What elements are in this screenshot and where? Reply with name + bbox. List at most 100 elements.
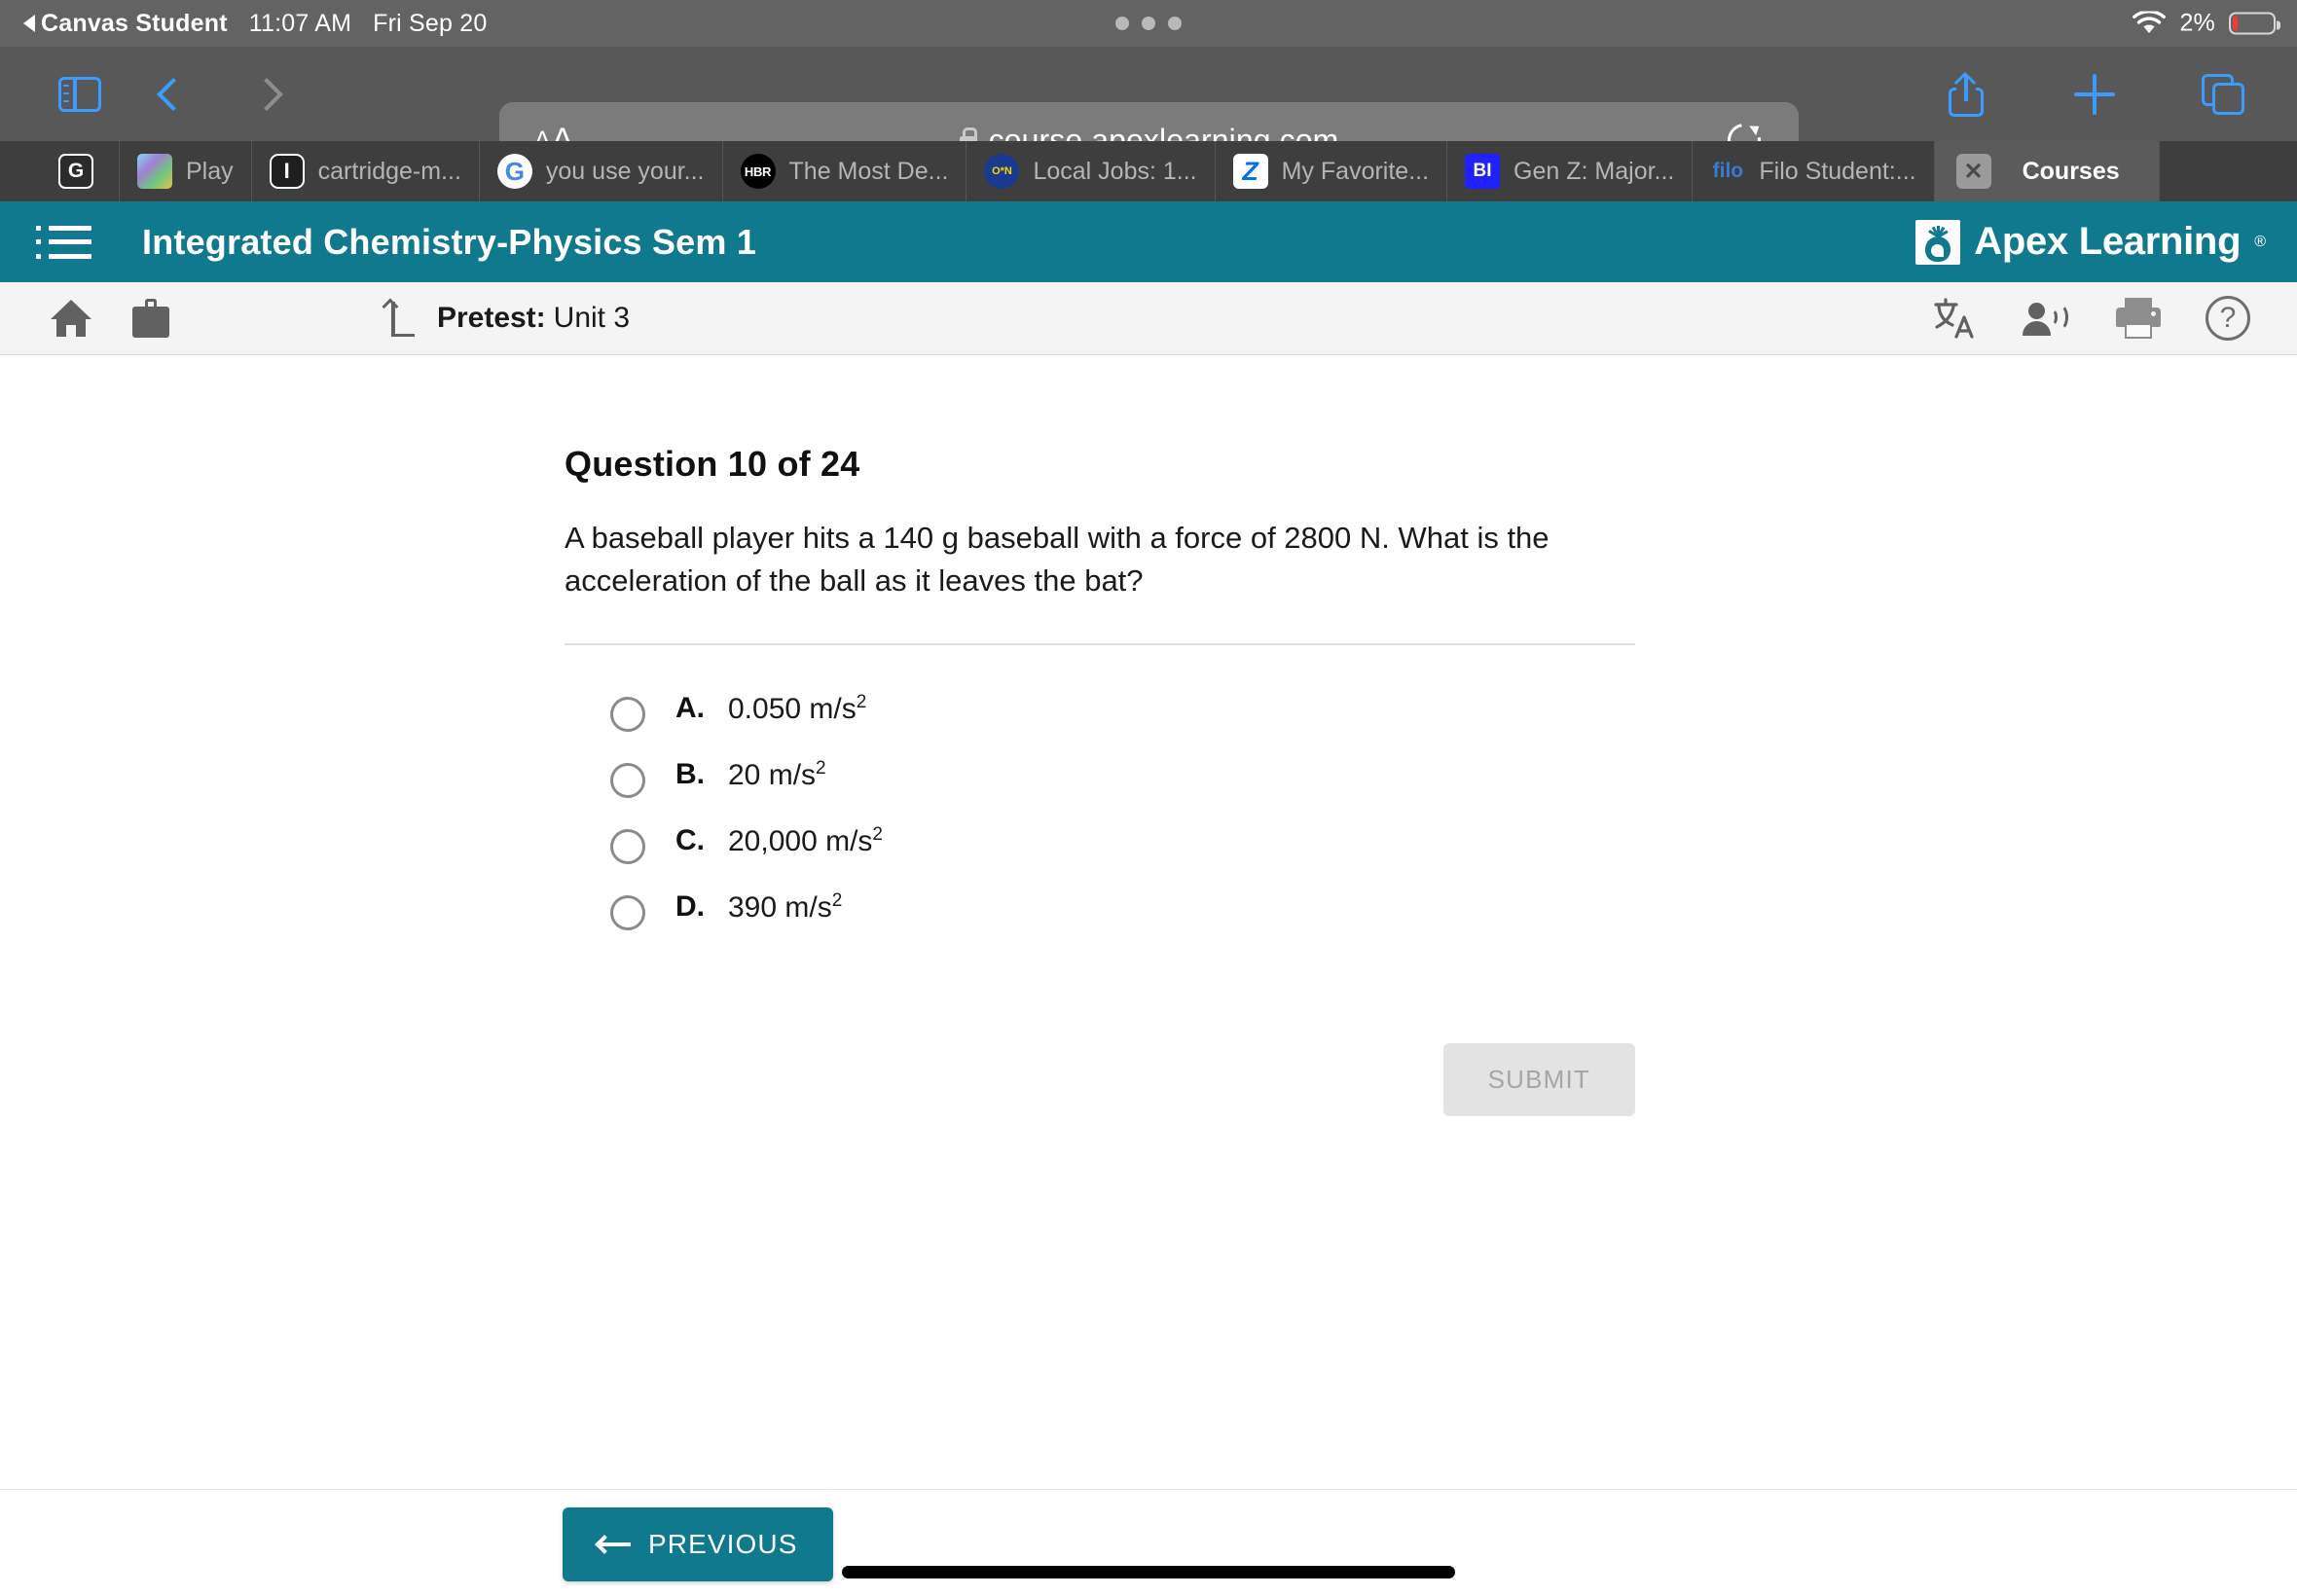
back-to-app-icon[interactable] — [23, 15, 35, 32]
option-exponent: 2 — [872, 824, 883, 846]
multitasking-indicator[interactable] — [1115, 17, 1182, 30]
activity-type: Pretest: — [436, 302, 546, 334]
browser-tab[interactable]: filo Filo Student:... — [1693, 141, 1935, 201]
sub-nav-left-icons — [51, 299, 169, 338]
question-text: A baseball player hits a 140 g baseball … — [565, 521, 1550, 598]
activity-sub-nav: Pretest: Unit 3 ? — [0, 282, 2297, 355]
answer-option-b[interactable]: B. 20 m/s2 — [565, 758, 1635, 799]
tabs-overview-icon — [2202, 73, 2244, 115]
new-tab-button[interactable] — [2048, 60, 2141, 128]
radio-button[interactable] — [610, 697, 645, 733]
option-exponent: 2 — [831, 890, 843, 912]
ipad-safari-screen: Canvas Student 11:07 AM Fri Sep 20 2% A … — [0, 0, 2297, 1596]
tab-title: Gen Z: Major... — [1513, 157, 1675, 185]
home-icon[interactable] — [51, 300, 91, 337]
question-divider — [565, 643, 1635, 646]
translate-icon[interactable] — [1933, 297, 1978, 340]
arrow-left-icon — [595, 1534, 631, 1555]
chevron-left-icon — [157, 77, 190, 111]
hbr-favicon: HBR — [740, 154, 776, 189]
briefcase-icon[interactable] — [132, 299, 169, 338]
option-text: 0.050 m/s2 — [728, 692, 867, 726]
ios-status-bar: Canvas Student 11:07 AM Fri Sep 20 2% — [0, 0, 2297, 47]
activity-name: Unit 3 — [553, 302, 631, 334]
course-header: Integrated Chemistry-Physics Sem 1 Apex … — [0, 201, 2297, 282]
multitasking-dot — [1168, 17, 1182, 30]
forward-button[interactable] — [220, 60, 313, 128]
share-icon — [1949, 71, 1984, 117]
battery-icon — [2229, 12, 2280, 35]
answer-option-c[interactable]: C. 20,000 m/s2 — [565, 824, 1635, 865]
page-title: Integrated Chemistry-Physics Sem 1 — [142, 221, 757, 262]
question-content: Question 10 of 24 A baseball player hits… — [0, 356, 2297, 1489]
status-bar-date: Fri Sep 20 — [373, 9, 488, 37]
apex-logo-mark — [1915, 219, 1961, 265]
option-letter: B. — [675, 758, 705, 791]
sidebar-icon — [58, 76, 101, 112]
option-text: 390 m/s2 — [728, 890, 843, 925]
previous-button[interactable]: PREVIOUS — [563, 1507, 833, 1581]
tab-title: Play — [186, 157, 234, 185]
pretest-arrow-icon — [382, 298, 416, 337]
battery-percent-label: 2% — [2179, 9, 2215, 37]
activity-footer: PREVIOUS — [0, 1489, 2297, 1596]
tab-title: Local Jobs: 1... — [1033, 157, 1197, 185]
google-g-favicon: G — [58, 154, 93, 189]
apex-logo-trademark: ® — [2254, 233, 2266, 250]
radio-button[interactable] — [610, 763, 645, 799]
sidebar-toggle-button[interactable] — [33, 60, 127, 128]
option-exponent: 2 — [816, 758, 826, 780]
answer-option-d[interactable]: D. 390 m/s2 — [565, 890, 1635, 931]
browser-tab[interactable]: I cartridge-m... — [252, 141, 480, 201]
business-insider-favicon: BI — [1465, 154, 1501, 189]
google-favicon: G — [496, 154, 532, 189]
option-letter: A. — [675, 692, 705, 725]
answer-option-a[interactable]: A. 0.050 m/s2 — [565, 692, 1635, 733]
tab-title: The Most De... — [788, 157, 949, 185]
chevron-right-icon — [250, 77, 283, 111]
previous-button-label: PREVIOUS — [648, 1529, 798, 1559]
answer-options-list: A. 0.050 m/s2 B. 20 m/s2 C. 20,000 m/s2 … — [565, 692, 1635, 931]
back-button[interactable] — [127, 60, 220, 128]
help-icon[interactable]: ? — [2206, 296, 2250, 341]
filo-favicon: filo — [1712, 160, 1744, 182]
home-indicator[interactable] — [842, 1566, 1455, 1578]
sub-nav-right-icons: ? — [1933, 296, 2250, 341]
question-heading: Question 10 of 24 — [565, 444, 860, 484]
option-text: 20,000 m/s2 — [728, 824, 883, 858]
tab-title: cartridge-m... — [317, 157, 461, 185]
option-letter: D. — [675, 890, 705, 924]
multitasking-dot — [1142, 17, 1155, 30]
activity-label: Pretest: Unit 3 — [437, 302, 630, 335]
radio-button[interactable] — [610, 829, 645, 865]
radio-button[interactable] — [610, 895, 645, 931]
browser-tab[interactable]: Play — [120, 141, 252, 201]
option-exponent: 2 — [856, 692, 867, 713]
browser-tab[interactable]: HBR The Most De... — [723, 141, 967, 201]
browser-tab[interactable]: O*N Local Jobs: 1... — [966, 141, 1216, 201]
option-letter: C. — [675, 824, 705, 857]
back-to-app-label[interactable]: Canvas Student — [41, 10, 228, 38]
browser-tab[interactable]: G — [0, 141, 120, 201]
hamburger-menu-icon[interactable] — [36, 225, 91, 259]
wifi-icon — [2133, 11, 2167, 33]
share-button[interactable] — [1919, 60, 2013, 128]
tabs-overview-button[interactable] — [2176, 60, 2270, 128]
print-icon[interactable] — [2116, 298, 2161, 339]
browser-tab[interactable]: Z My Favorite... — [1216, 141, 1448, 201]
close-icon[interactable]: ✕ — [1955, 154, 1991, 189]
status-bar-left: Canvas Student 11:07 AM Fri Sep 20 — [0, 10, 487, 38]
browser-tab[interactable]: G you use your... — [480, 141, 723, 201]
instructure-favicon: I — [269, 154, 305, 189]
safari-toolbar: A A course.apexlearning.com — [0, 47, 2297, 178]
read-aloud-icon[interactable] — [2023, 299, 2071, 338]
browser-tab[interactable]: BI Gen Z: Major... — [1447, 141, 1694, 201]
submit-button[interactable]: SUBMIT — [1442, 1043, 1635, 1116]
toolbar-nav-group — [0, 60, 313, 128]
browser-tab-active[interactable]: ✕ Courses — [1934, 141, 2160, 201]
apex-logo-text: Apex Learning — [1974, 220, 2242, 263]
zillow-favicon: Z — [1232, 154, 1268, 189]
plus-icon — [2074, 73, 2115, 115]
tab-title: My Favorite... — [1281, 157, 1430, 185]
tab-title: you use your... — [545, 157, 705, 185]
